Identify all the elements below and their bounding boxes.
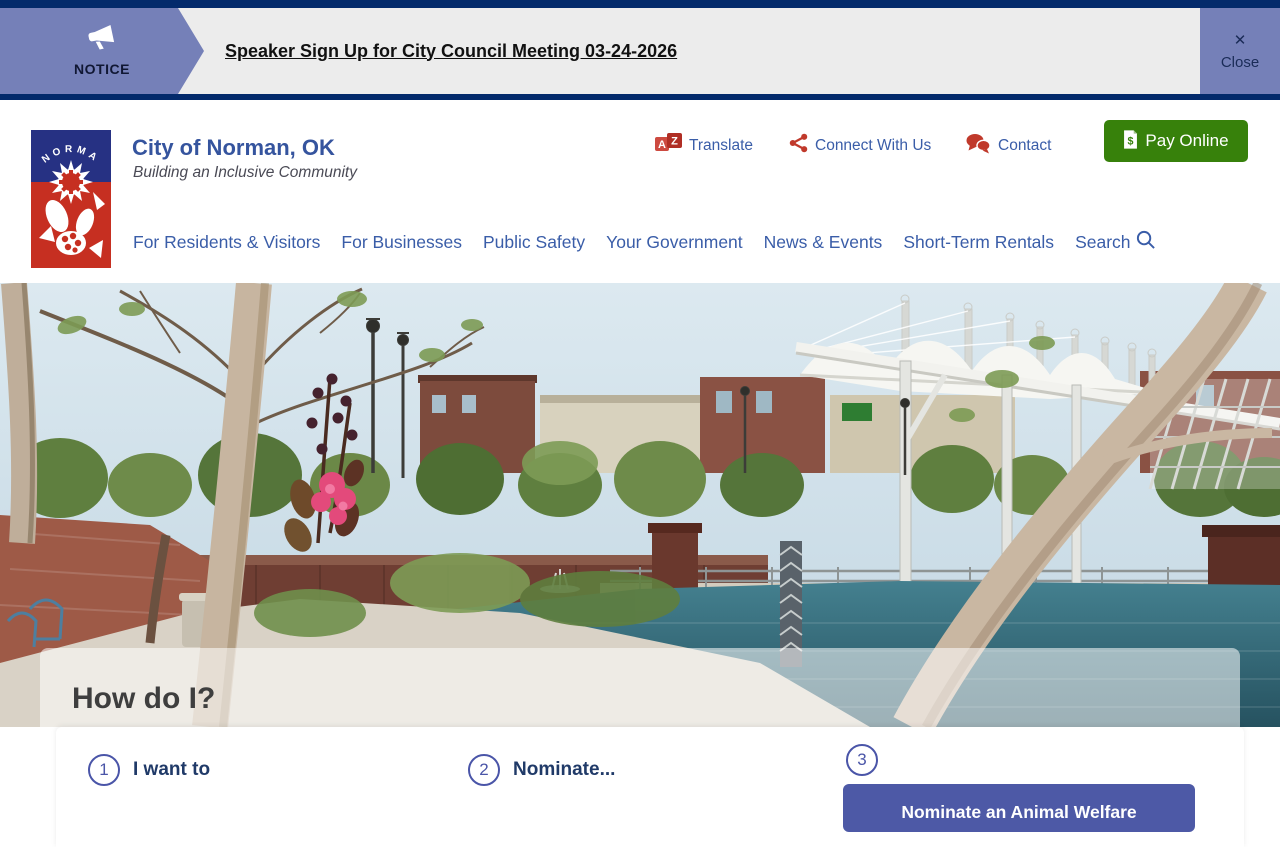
translate-link[interactable]: A Z Translate	[655, 133, 753, 158]
notice-close-button[interactable]: ✕ Close	[1200, 8, 1280, 94]
how-do-i-item-3: 3	[846, 744, 878, 776]
search-button[interactable]: Search	[1075, 229, 1155, 255]
site-title[interactable]: City of Norman, OK	[132, 135, 335, 161]
how-do-i-card: 1 I want to 2 Nominate... 3 Nominate an …	[56, 727, 1244, 847]
how-do-i-title: How do I?	[72, 682, 216, 715]
share-icon	[789, 133, 808, 158]
notice-bar: NOTICE Speaker Sign Up for City Council …	[0, 0, 1280, 100]
megaphone-icon	[84, 25, 120, 58]
pay-online-button[interactable]: $ Pay Online	[1104, 120, 1248, 162]
contact-label: Contact	[998, 137, 1052, 154]
step-circle-1: 1	[88, 754, 120, 786]
item-label: I want to	[133, 759, 211, 780]
translate-label: Translate	[689, 136, 754, 154]
item-label: Nominate...	[513, 759, 616, 780]
contact-link[interactable]: Contact	[966, 133, 1051, 159]
how-do-i-item-nominate[interactable]: 2 Nominate...	[468, 754, 615, 786]
search-icon	[1135, 229, 1156, 255]
nav-public-safety[interactable]: Public Safety	[483, 232, 585, 253]
step-circle-3: 3	[846, 744, 878, 776]
chat-bubbles-icon	[966, 133, 991, 159]
pay-online-label: Pay Online	[1145, 131, 1229, 150]
site-tagline: Building an Inclusive Community	[133, 164, 357, 181]
svg-text:$: $	[1128, 135, 1134, 147]
bill-dollar-icon: $	[1123, 130, 1138, 152]
city-logo[interactable]: NORMAN	[25, 122, 111, 268]
nav-for-businesses[interactable]: For Businesses	[341, 232, 462, 253]
how-do-i-item-i-want-to[interactable]: 1 I want to	[88, 754, 210, 786]
close-label: Close	[1220, 53, 1260, 71]
main-nav: For Residents & Visitors For Businesses …	[133, 229, 1233, 255]
connect-with-us-label: Connect With Us	[815, 136, 932, 154]
nav-short-term-rentals[interactable]: Short-Term Rentals	[903, 232, 1054, 253]
close-icon: ✕	[1233, 31, 1247, 49]
svg-text:Z: Z	[671, 136, 678, 148]
nominate-animal-welfare-button[interactable]: Nominate an Animal Welfare	[843, 784, 1195, 832]
nav-your-government[interactable]: Your Government	[606, 232, 743, 253]
nav-for-residents-visitors[interactable]: For Residents & Visitors	[133, 232, 320, 253]
svg-text:A: A	[658, 139, 666, 151]
nav-news-events[interactable]: News & Events	[764, 232, 883, 253]
translate-icon: A Z	[655, 133, 682, 158]
notice-chevron: NOTICE	[0, 8, 204, 94]
notice-label: NOTICE	[74, 61, 130, 77]
notice-link[interactable]: Speaker Sign Up for City Council Meeting…	[225, 41, 677, 62]
step-circle-2: 2	[468, 754, 500, 786]
search-label: Search	[1075, 231, 1131, 252]
connect-with-us-link[interactable]: Connect With Us	[789, 133, 931, 158]
